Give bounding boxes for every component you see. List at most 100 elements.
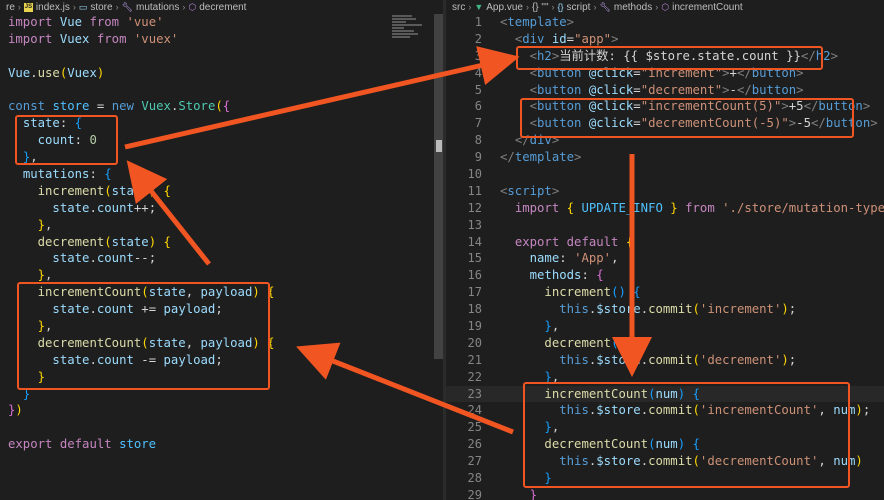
breadcrumb-item[interactable]: script	[567, 2, 591, 13]
code-token: 'increment'	[699, 302, 782, 317]
breadcrumb-item[interactable]: src	[452, 2, 465, 13]
chevron-right-icon: ›	[468, 2, 472, 12]
code-token: ,	[611, 251, 619, 266]
code-line[interactable]: 9 </template>	[446, 149, 884, 166]
code-line[interactable]: 21 this.$store.commit('decrement');	[446, 352, 884, 369]
code-token: this	[559, 302, 589, 317]
left-editor-pane[interactable]: re › JS index.js › ▭ store › 🔧︎ mutation…	[0, 0, 443, 500]
minimap[interactable]	[392, 14, 438, 46]
line-text: }	[500, 487, 537, 500]
breadcrumb-item[interactable]: store	[90, 2, 112, 13]
code-token: name	[529, 251, 560, 266]
code-token: id	[551, 31, 567, 46]
code-line[interactable]: import Vue from 'vue'	[0, 14, 443, 31]
breadcrumb-item[interactable]: incrementCount	[672, 2, 743, 13]
code-token: $store	[596, 352, 641, 367]
code-token: button	[537, 82, 582, 97]
line-number: 26	[467, 437, 482, 452]
code-token: >	[862, 99, 871, 114]
chevron-right-icon: ›	[593, 2, 597, 12]
code-token: export	[8, 437, 53, 452]
code-line[interactable]: 5 <button @click="decrement">-</button>	[446, 82, 884, 99]
breadcrumb-item[interactable]: index.js	[36, 2, 70, 13]
scrollbar-thumb[interactable]	[436, 140, 442, 152]
line-text: this.$store.commit('decrement');	[500, 352, 796, 369]
code-line[interactable]: const store = new Vuex.Store({	[0, 98, 443, 115]
chevron-right-icon: ›	[655, 2, 659, 12]
line-number: 11	[467, 183, 482, 198]
scrollbar[interactable]	[434, 14, 443, 359]
breadcrumb-item[interactable]: App.vue	[486, 2, 523, 13]
breadcrumb-item[interactable]: re	[6, 2, 15, 13]
code-line[interactable]: 20 decrement() {	[446, 335, 884, 352]
code-line[interactable]: 15 name: 'App',	[446, 250, 884, 267]
code-token: this	[559, 352, 589, 367]
code-token: {	[633, 285, 641, 300]
code-line[interactable]: 29 }	[446, 487, 884, 500]
code-token: (	[215, 99, 223, 114]
code-token: Store	[178, 99, 216, 114]
code-line[interactable]: 16 methods: {	[446, 267, 884, 284]
code-token: :	[581, 268, 597, 283]
code-line[interactable]: increment(state) {	[0, 183, 443, 200]
code-line[interactable]: 10	[446, 166, 884, 183]
code-line[interactable]: export default store	[0, 436, 443, 453]
code-line[interactable]: 17 increment() {	[446, 284, 884, 301]
code-line[interactable]: decrement(state) {	[0, 234, 443, 251]
code-line[interactable]: 13	[446, 217, 884, 234]
code-line[interactable]: Vue.use(Vuex)	[0, 65, 443, 82]
code-token: ;	[862, 403, 871, 418]
code-token: >	[796, 82, 804, 97]
code-token: (	[104, 183, 112, 198]
code-line[interactable]: state.count++;	[0, 200, 443, 217]
code-line[interactable]: },	[0, 217, 443, 234]
code-token: $store	[596, 302, 641, 317]
code-token: template	[507, 15, 567, 29]
code-token: div	[522, 31, 545, 46]
breadcrumb-item[interactable]: {} ""	[532, 2, 549, 13]
breadcrumb-item[interactable]: decrement	[199, 2, 246, 13]
code-line[interactable]: 19 },	[446, 318, 884, 335]
code-token: )	[148, 183, 157, 198]
line-number: 18	[467, 302, 482, 317]
line-number: 21	[467, 352, 482, 367]
code-line[interactable]	[0, 48, 443, 65]
code-line[interactable]: 14 export default {	[446, 234, 884, 251]
code-line[interactable]: import Vuex from 'vuex'	[0, 31, 443, 48]
code-token: count	[96, 251, 134, 266]
code-line[interactable]	[0, 419, 443, 436]
code-token: methods	[529, 268, 582, 283]
line-text: import { UPDATE_INFO } from './store/mut…	[500, 200, 884, 217]
code-line[interactable]: mutations: {	[0, 166, 443, 183]
code-line[interactable]: 1 <template>	[446, 14, 884, 31]
line-text: this.$store.commit('increment');	[500, 301, 796, 318]
line-number: 20	[467, 335, 482, 350]
code-line[interactable]: 18 this.$store.commit('increment');	[446, 301, 884, 318]
line-text: export default {	[500, 234, 633, 251]
breadcrumb-item[interactable]: mutations	[136, 2, 179, 13]
code-line[interactable]: 11 <script>	[446, 183, 884, 200]
code-line[interactable]	[0, 82, 443, 99]
code-line[interactable]: 12 import { UPDATE_INFO } from './store/…	[446, 200, 884, 217]
line-number: 2	[474, 31, 482, 46]
code-token: count	[96, 200, 134, 215]
code-token: .	[640, 302, 649, 317]
code-line[interactable]: state.count--;	[0, 250, 443, 267]
code-token: =	[89, 99, 112, 114]
code-token: 'App'	[574, 251, 612, 266]
code-line[interactable]: })	[0, 402, 443, 419]
folder-icon: ▭	[78, 1, 88, 12]
code-token: {	[104, 167, 112, 182]
breadcrumb-item[interactable]: methods	[614, 2, 652, 13]
code-token: './store/mutation-types'	[722, 200, 884, 215]
line-number: 4	[474, 65, 482, 80]
